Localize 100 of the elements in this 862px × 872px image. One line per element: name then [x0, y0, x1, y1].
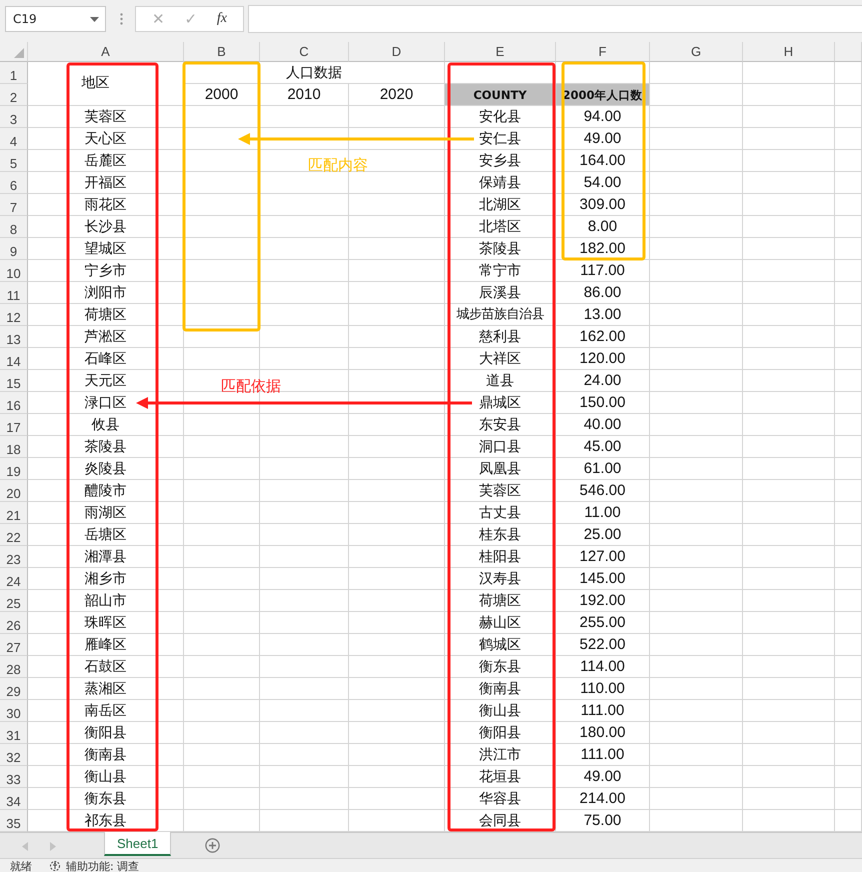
table-cell: 开福区 — [28, 172, 184, 194]
accessibility-icon[interactable] — [48, 860, 62, 872]
column-header[interactable]: C — [260, 42, 349, 62]
column-header[interactable]: B — [184, 42, 260, 62]
row-number[interactable]: 15 — [0, 370, 28, 392]
empty-cell — [835, 304, 862, 326]
table-cell: 49.00 — [556, 128, 650, 150]
empty-cell — [835, 502, 862, 524]
table-cell: 桂阳县 — [445, 546, 556, 568]
column-header[interactable]: E — [445, 42, 556, 62]
table-cell: 255.00 — [556, 612, 650, 634]
row-number[interactable]: 34 — [0, 788, 28, 810]
formula-button[interactable]: fx — [214, 11, 230, 27]
table-cell: 芦淞区 — [28, 326, 184, 348]
table-cell: 2010 — [260, 84, 349, 106]
row-number[interactable]: 8 — [0, 216, 28, 238]
name-box[interactable]: C19 — [5, 6, 106, 32]
row-number[interactable]: 19 — [0, 458, 28, 480]
row-number[interactable]: 7 — [0, 194, 28, 216]
row-number[interactable]: 3 — [0, 106, 28, 128]
previous-sheet-icon[interactable] — [22, 842, 28, 851]
table-cell: 8.00 — [556, 216, 650, 238]
column-header[interactable]: G — [650, 42, 743, 62]
row-number[interactable]: 12 — [0, 304, 28, 326]
row-number[interactable]: 11 — [0, 282, 28, 304]
empty-cell — [835, 546, 862, 568]
column-header[interactable]: A — [28, 42, 184, 62]
row-number[interactable]: 1 — [0, 62, 28, 84]
empty-cell — [835, 326, 862, 348]
row-number[interactable]: 31 — [0, 722, 28, 744]
row-number[interactable]: 35 — [0, 810, 28, 832]
table-cell: 芙蓉区 — [28, 106, 184, 128]
table-cell: 岳麓区 — [28, 150, 184, 172]
formula-input-field[interactable] — [248, 5, 862, 33]
row-number[interactable]: 17 — [0, 414, 28, 436]
table-cell: 25.00 — [556, 524, 650, 546]
table-cell: 安仁县 — [445, 128, 556, 150]
table-cell: 522.00 — [556, 634, 650, 656]
row-number[interactable]: 24 — [0, 568, 28, 590]
table-cell: 常宁市 — [445, 260, 556, 282]
table-cell: 望城区 — [28, 238, 184, 260]
row-number[interactable]: 33 — [0, 766, 28, 788]
empty-cell — [835, 480, 862, 502]
column-header[interactable] — [835, 42, 862, 62]
row-number[interactable]: 2 — [0, 84, 28, 106]
row-number[interactable]: 25 — [0, 590, 28, 612]
table-cell: 衡山县 — [28, 766, 184, 788]
row-number[interactable]: 16 — [0, 392, 28, 414]
empty-cell — [835, 744, 862, 766]
row-number[interactable]: 30 — [0, 700, 28, 722]
next-sheet-icon[interactable] — [50, 842, 56, 851]
row-number[interactable]: 6 — [0, 172, 28, 194]
table-cell: 北塔区 — [445, 216, 556, 238]
empty-cell — [835, 106, 862, 128]
empty-cell — [835, 524, 862, 546]
sheet-tab[interactable]: Sheet1 — [104, 832, 172, 856]
empty-cell — [835, 700, 862, 722]
row-number[interactable]: 9 — [0, 238, 28, 260]
row-number[interactable]: 28 — [0, 656, 28, 678]
column-header[interactable]: H — [743, 42, 835, 62]
column-header[interactable]: D — [349, 42, 445, 62]
empty-cell — [835, 172, 862, 194]
row-number[interactable]: 14 — [0, 348, 28, 370]
accessibility-status[interactable]: 辅助功能: 调查 — [66, 860, 140, 872]
row-number[interactable]: 29 — [0, 678, 28, 700]
row-number[interactable]: 20 — [0, 480, 28, 502]
add-sheet-icon[interactable] — [205, 838, 220, 853]
row-number[interactable]: 21 — [0, 502, 28, 524]
table-cell: 石鼓区 — [28, 656, 184, 678]
column-header[interactable]: F — [556, 42, 650, 62]
table-cell: 人口数据 — [184, 62, 445, 84]
row-number[interactable]: 4 — [0, 128, 28, 150]
row-number[interactable]: 18 — [0, 436, 28, 458]
table-cell: 309.00 — [556, 194, 650, 216]
table-cell: 安化县 — [445, 106, 556, 128]
row-number[interactable]: 26 — [0, 612, 28, 634]
row-number[interactable]: 13 — [0, 326, 28, 348]
table-cell: 宁乡市 — [28, 260, 184, 282]
table-cell: 182.00 — [556, 238, 650, 260]
drag-handle-icon[interactable] — [120, 13, 123, 25]
empty-cell — [835, 150, 862, 172]
table-cell: 86.00 — [556, 282, 650, 304]
empty-cell — [835, 436, 862, 458]
row-number[interactable]: 22 — [0, 524, 28, 546]
row-number[interactable]: 10 — [0, 260, 28, 282]
table-cell: 蒸湘区 — [28, 678, 184, 700]
table-cell: 雁峰区 — [28, 634, 184, 656]
table-cell: 110.00 — [556, 678, 650, 700]
row-number[interactable]: 23 — [0, 546, 28, 568]
table-cell: 雨湖区 — [28, 502, 184, 524]
row-number[interactable]: 32 — [0, 744, 28, 766]
empty-cell — [835, 282, 862, 304]
select-all-icon[interactable] — [14, 48, 24, 58]
table-cell: 攸县 — [28, 414, 184, 436]
table-header-cell: COUNTY — [445, 84, 556, 106]
row-number[interactable]: 5 — [0, 150, 28, 172]
row-number[interactable]: 27 — [0, 634, 28, 656]
empty-cell — [835, 458, 862, 480]
empty-cell — [835, 788, 862, 810]
table-cell: 长沙县 — [28, 216, 184, 238]
